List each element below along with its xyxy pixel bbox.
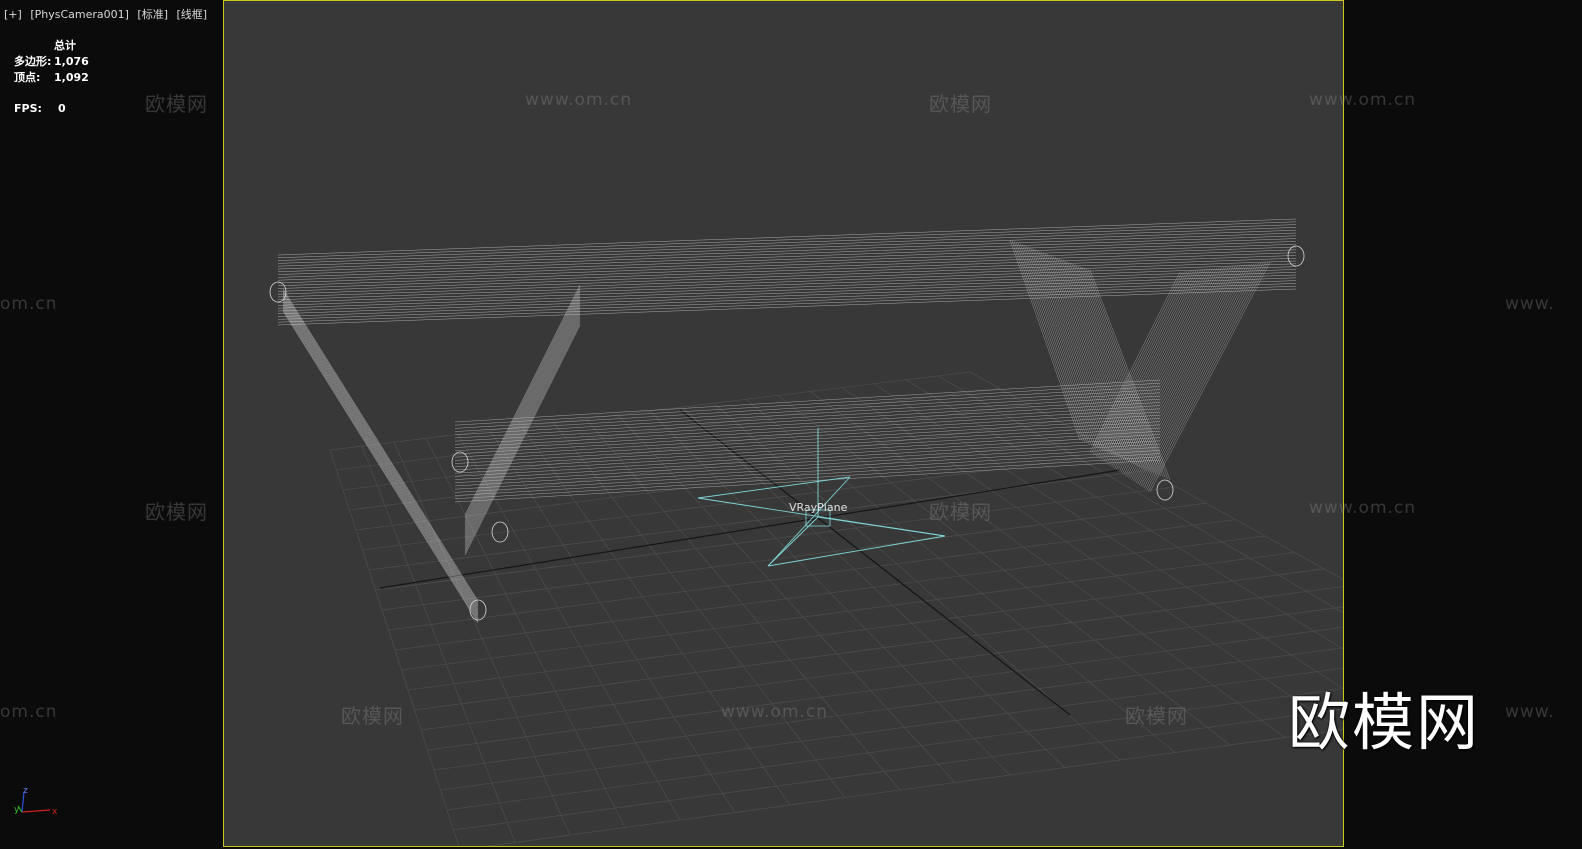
ground-grid — [329, 371, 1343, 846]
watermark-brand: 欧模网 — [929, 92, 992, 116]
vray-plane-label: VRayPlane — [789, 501, 848, 514]
watermark-url: www.om.cn — [721, 702, 829, 722]
watermark-brand: 欧模网 — [341, 704, 404, 728]
watermark-url-partial: www. — [1505, 294, 1555, 314]
watermark-url: www.om.cn — [1309, 498, 1417, 518]
watermark-url: www.om.cn — [525, 90, 633, 110]
watermark-url-partial: om.cn — [0, 294, 58, 314]
watermark-url: www.om.cn — [1309, 90, 1417, 110]
axis-tripod-icon: x z y — [14, 786, 58, 817]
watermark-url-partial: www. — [1505, 702, 1555, 722]
watermark-brand: 欧模网 — [145, 500, 208, 524]
brand-logo-text: 欧模网 — [1288, 686, 1481, 759]
watermark-url-partial: om.cn — [0, 702, 58, 722]
watermark-brand: 欧模网 — [929, 500, 992, 524]
watermark-brand: 欧模网 — [1125, 704, 1188, 728]
axis-y-label: y — [14, 805, 20, 815]
axis-z-label: z — [23, 786, 28, 796]
axis-x-label: x — [52, 807, 58, 817]
watermark-brand: 欧模网 — [145, 92, 208, 116]
